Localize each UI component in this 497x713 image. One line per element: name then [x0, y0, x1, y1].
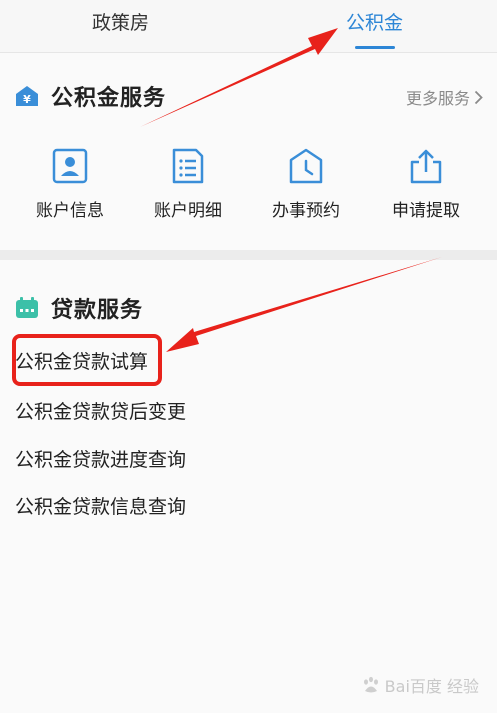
loan-services-header: 贷款服务 [15, 293, 143, 323]
tab-policy-housing[interactable]: 政策房 [92, 10, 149, 36]
more-services-label: 更多服务 [405, 89, 470, 108]
house-yen-symbol: ¥ [23, 93, 31, 106]
clock-house-icon [289, 148, 323, 184]
loan-progress-query-item[interactable]: 公积金贷款进度查询 [15, 445, 186, 472]
service-withdrawal-label: 申请提取 [392, 201, 460, 221]
loan-services-section: 贷款服务 公积金贷款试算 公积金贷款贷后变更 公积金贷款进度查询 公积金贷款信息… [0, 260, 497, 713]
fund-services-section: ¥ 公积金服务 更多服务 账户信息 账户明细 办事预约 申请提取 [0, 53, 497, 250]
baidu-watermark: Bai百度 经验 [361, 673, 479, 697]
list-document-icon [172, 148, 204, 184]
page: 政策房 公积金 ¥ 公积金服务 更多服务 账户信息 账户明细 办事预约 申请提取… [0, 0, 497, 713]
service-appointment[interactable]: 办事预约 [256, 148, 356, 221]
more-services-link[interactable]: 更多服务 [406, 85, 483, 109]
section-divider [0, 250, 497, 260]
loan-info-query-item[interactable]: 公积金贷款信息查询 [15, 492, 186, 519]
service-account-details[interactable]: 账户明细 [138, 148, 238, 221]
service-withdrawal[interactable]: 申请提取 [376, 148, 476, 221]
calendar-icon [16, 297, 38, 318]
tab-provident-fund[interactable]: 公积金 [346, 10, 403, 36]
chevron-right-icon [474, 90, 483, 104]
service-appointment-label: 办事预约 [272, 201, 340, 221]
paw-icon [363, 676, 378, 693]
id-card-icon [52, 148, 88, 184]
fund-services-header: ¥ 公积金服务 [15, 81, 166, 111]
active-tab-indicator [355, 46, 395, 49]
service-account-details-label: 账户明细 [154, 201, 222, 221]
top-tab-bar: 政策房 公积金 [0, 0, 497, 53]
watermark-text: Bai百度 经验 [384, 677, 479, 696]
loan-services-title: 贷款服务 [51, 298, 144, 323]
fund-services-title: 公积金服务 [51, 86, 167, 111]
loan-post-change-item[interactable]: 公积金贷款贷后变更 [15, 397, 186, 424]
house-yen-icon: ¥ [16, 86, 38, 106]
service-account-info[interactable]: 账户信息 [20, 148, 120, 221]
share-upload-icon [410, 149, 442, 184]
annotation-highlight-box [12, 334, 162, 386]
service-account-info-label: 账户信息 [36, 201, 104, 221]
fund-services-grid: 账户信息 账户明细 办事预约 申请提取 [0, 148, 497, 228]
